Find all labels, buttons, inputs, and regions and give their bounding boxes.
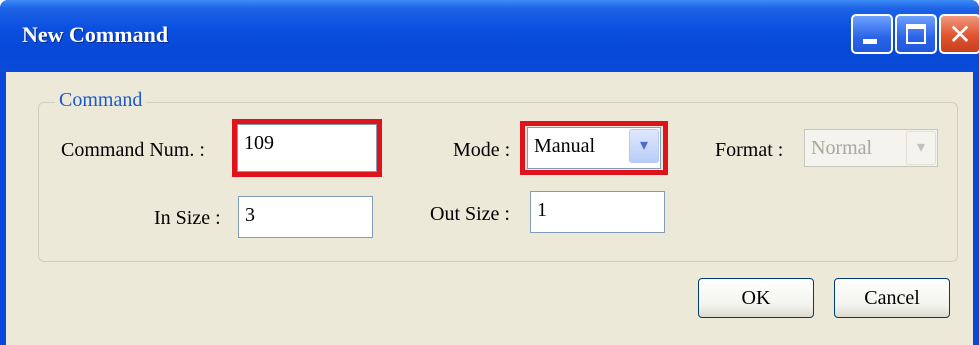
close-icon: ✕: [948, 18, 972, 51]
ok-button[interactable]: OK: [698, 278, 814, 318]
dialog-body: Command Command Num. : 109 Mode : Manual…: [6, 72, 973, 345]
command-num-input[interactable]: 109: [237, 124, 377, 172]
format-select-value: Normal: [811, 137, 873, 159]
group-label: Command: [55, 89, 147, 112]
minimize-button[interactable]: [851, 14, 893, 54]
window-title: New Command: [22, 22, 169, 47]
minimize-icon: [863, 39, 877, 44]
maximize-icon: [906, 24, 926, 44]
dialog-window: New Command ✕ Command Command Num. : 109…: [0, 0, 979, 345]
format-label: Format :: [715, 139, 784, 161]
in-size-label: In Size :: [154, 207, 221, 229]
maximize-button[interactable]: [895, 14, 937, 54]
format-dropdown-arrow-icon: ▾: [906, 131, 936, 165]
format-select: Normal ▾: [804, 129, 938, 167]
title-bar[interactable]: New Command ✕: [0, 0, 979, 72]
command-num-label: Command Num. :: [61, 139, 205, 161]
mode-select-value: Manual: [534, 135, 596, 157]
in-size-input[interactable]: 3: [238, 196, 373, 238]
mode-label: Mode :: [453, 139, 511, 161]
out-size-input[interactable]: 1: [530, 191, 665, 233]
out-size-label: Out Size :: [430, 203, 510, 225]
command-groupbox: Command Command Num. : 109 Mode : Manual…: [38, 89, 958, 262]
cancel-button[interactable]: Cancel: [834, 278, 950, 318]
mode-select[interactable]: Manual ▾: [527, 127, 661, 169]
mode-dropdown-arrow-icon[interactable]: ▾: [629, 129, 659, 163]
close-button[interactable]: ✕: [939, 14, 979, 54]
